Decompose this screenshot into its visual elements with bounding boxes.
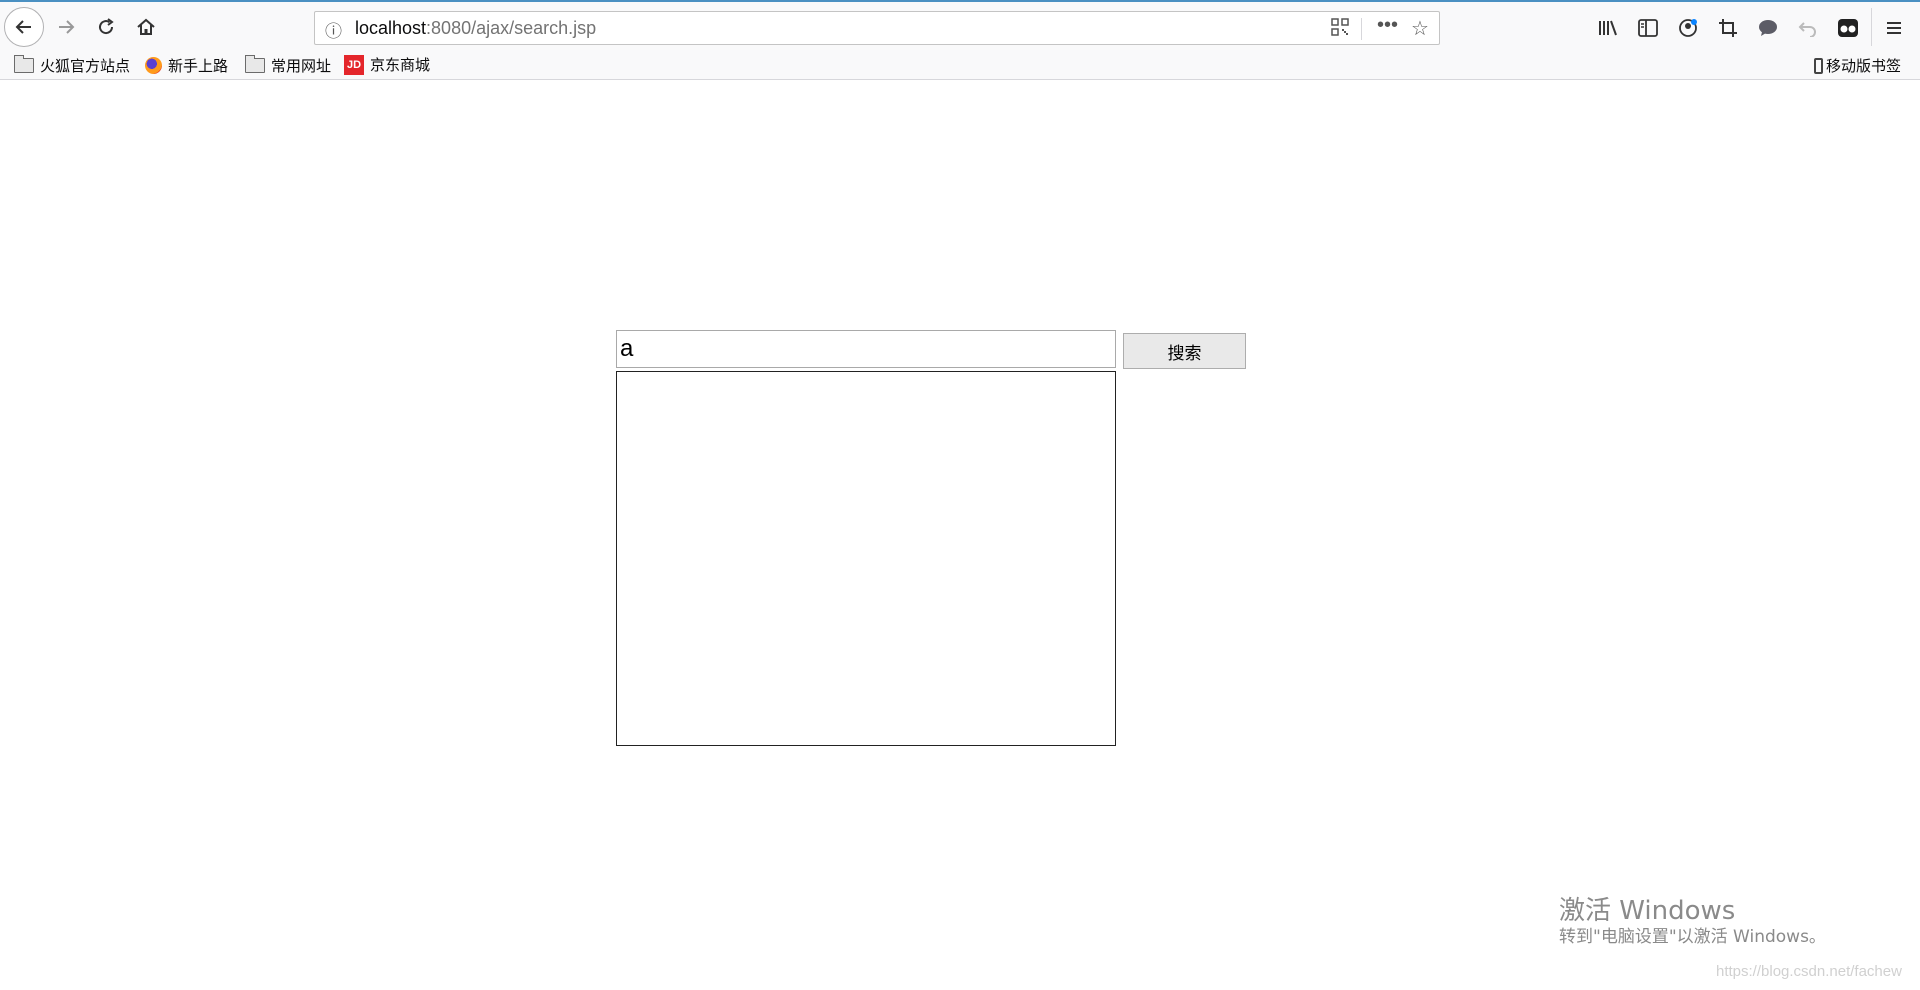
more-icon[interactable]: ••• bbox=[1377, 14, 1398, 37]
library-icon[interactable] bbox=[1594, 14, 1622, 42]
undo-icon[interactable] bbox=[1794, 14, 1822, 42]
crop-icon[interactable] bbox=[1714, 14, 1742, 42]
address-bar[interactable]: ⓘ localhost:8080/ajax/search.jsp ••• ☆ bbox=[314, 11, 1440, 45]
url-path: :8080/ajax/search.jsp bbox=[426, 18, 597, 38]
hamburger-menu-icon[interactable] bbox=[1880, 14, 1908, 42]
browser-toolbar: ⓘ localhost:8080/ajax/search.jsp ••• ☆ bbox=[0, 0, 1920, 54]
star-icon[interactable]: ☆ bbox=[1411, 16, 1429, 41]
home-icon[interactable] bbox=[126, 7, 166, 47]
bookmark-label: 京东商城 bbox=[370, 56, 431, 74]
qr-code-icon[interactable] bbox=[1331, 18, 1349, 41]
bookmark-getting-started[interactable]: 新手上路 bbox=[145, 55, 228, 76]
forward-arrow-icon[interactable] bbox=[46, 7, 86, 47]
mobile-bookmarks-label: 移动版书签 bbox=[1826, 57, 1902, 75]
url-host: localhost bbox=[355, 18, 427, 38]
back-arrow-icon[interactable] bbox=[4, 7, 44, 47]
chat-icon[interactable] bbox=[1754, 14, 1782, 42]
bookmark-label: 火狐官方站点 bbox=[40, 57, 131, 75]
account-icon[interactable] bbox=[1674, 14, 1702, 42]
bookmark-label: 新手上路 bbox=[168, 57, 229, 75]
bookmark-jd[interactable]: JD 京东商城 bbox=[344, 54, 430, 75]
folder-icon bbox=[14, 55, 34, 73]
source-watermark: https://blog.csdn.net/fachew bbox=[1716, 963, 1902, 980]
url-divider bbox=[1361, 18, 1362, 40]
mobile-icon bbox=[1814, 57, 1823, 74]
info-icon[interactable]: ⓘ bbox=[325, 17, 342, 42]
activation-watermark-subtitle: 转到"电脑设置"以激活 Windows。 bbox=[1559, 927, 1826, 947]
jd-logo-icon: JD bbox=[344, 54, 364, 75]
suggestion-box bbox=[616, 371, 1116, 746]
reload-icon[interactable] bbox=[86, 7, 126, 47]
extension-icon[interactable] bbox=[1834, 14, 1862, 42]
search-input[interactable]: a bbox=[616, 330, 1116, 368]
mobile-bookmarks[interactable]: 移动版书签 bbox=[1814, 55, 1901, 76]
search-button[interactable]: 搜索 bbox=[1123, 333, 1246, 369]
sidebar-icon[interactable] bbox=[1634, 14, 1662, 42]
folder-icon bbox=[245, 55, 265, 73]
bookmarks-toolbar: 火狐官方站点 新手上路 常用网址 JD 京东商城 移动版书签 bbox=[0, 52, 1920, 80]
bookmark-firefox-site[interactable]: 火狐官方站点 bbox=[14, 55, 130, 76]
bookmark-label: 常用网址 bbox=[271, 57, 332, 75]
toolbar-divider bbox=[1871, 8, 1872, 46]
firefox-icon bbox=[145, 57, 162, 74]
url-text: localhost:8080/ajax/search.jsp bbox=[355, 18, 596, 39]
bookmark-common-sites[interactable]: 常用网址 bbox=[245, 55, 331, 76]
